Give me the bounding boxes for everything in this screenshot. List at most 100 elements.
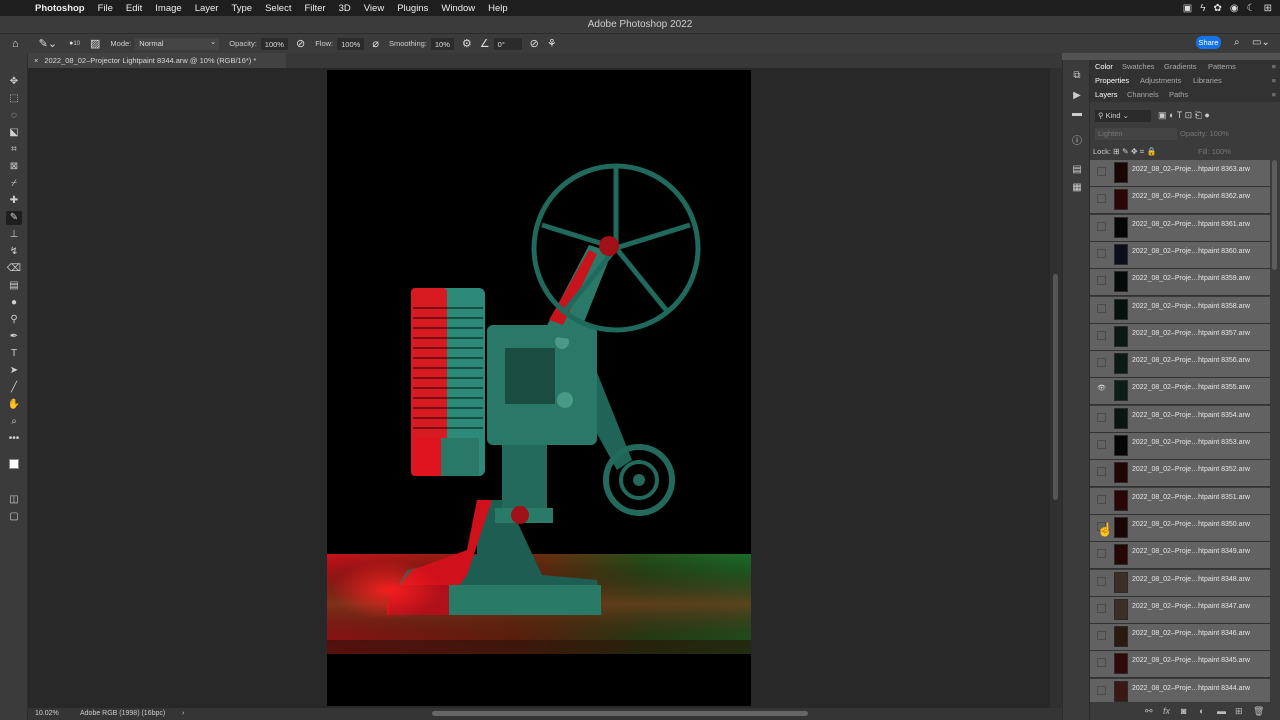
layer-row[interactable]: 2022_08_02–Proje…htpaint 8344.arw — [1090, 678, 1270, 702]
link-layers-icon[interactable]: ⚯ — [1145, 706, 1153, 717]
visibility-toggle[interactable] — [1097, 358, 1106, 368]
layer-name[interactable]: 2022_08_02–Proje…htpaint 8350.arw — [1132, 515, 1250, 535]
crop-tool-icon[interactable]: ⌗ — [6, 143, 22, 157]
layer-thumbnail[interactable] — [1114, 435, 1128, 456]
layer-row[interactable]: 👁 2022_08_02–Proje…htpaint 8355.arw — [1090, 378, 1270, 406]
layer-row[interactable]: 2022_08_02–Proje…htpaint 8357.arw — [1090, 323, 1270, 351]
layer-thumbnail[interactable] — [1114, 489, 1128, 511]
layer-name[interactable]: 2022_08_02–Proje…htpaint 8353.arw — [1132, 433, 1250, 453]
visibility-toggle[interactable] — [1097, 603, 1106, 613]
screen-mode-icon[interactable]: ▢ — [6, 510, 22, 524]
canvas-area[interactable] — [28, 68, 1050, 708]
move-tool-icon[interactable]: ✥ — [6, 75, 22, 89]
app-status-icon[interactable]: ▣ — [1183, 3, 1192, 14]
menu-plugins[interactable]: Plugins — [397, 3, 428, 14]
close-tab-icon[interactable]: × — [34, 56, 38, 65]
layer-name[interactable]: 2022_08_02–Proje…htpaint 8363.arw — [1132, 160, 1250, 180]
layer-row[interactable]: 2022_08_02–Proje…htpaint 8360.arw — [1090, 241, 1270, 269]
visibility-toggle[interactable] — [1097, 440, 1106, 449]
home-icon[interactable]: ⌂ — [12, 38, 19, 50]
moon-icon[interactable]: ☾ — [1247, 3, 1256, 14]
circle-icon[interactable]: ◉ — [1230, 3, 1239, 14]
angle-input[interactable]: 0° — [493, 37, 522, 50]
pen-tool-icon[interactable]: ✒ — [6, 330, 22, 344]
blur-tool-icon[interactable]: ● — [6, 296, 22, 310]
tab-color[interactable]: Color — [1095, 60, 1113, 74]
document-image[interactable] — [327, 70, 751, 706]
layer-name[interactable]: 2022_08_02–Proje…htpaint 8356.arw — [1132, 351, 1250, 371]
layer-name[interactable]: 2022_08_02–Proje…htpaint 8349.arw — [1132, 542, 1250, 562]
layer-row[interactable]: 2022_08_02–Proje…htpaint 8361.arw — [1090, 214, 1270, 242]
panel-menu-icon[interactable]: ≡ — [1272, 60, 1276, 74]
opacity-pressure-icon[interactable]: ⊘ — [296, 37, 305, 50]
layer-thumbnail[interactable] — [1114, 544, 1128, 566]
menu-window[interactable]: Window — [441, 3, 475, 14]
visibility-toggle[interactable] — [1097, 303, 1106, 313]
visibility-toggle[interactable] — [1097, 330, 1106, 340]
visibility-toggle[interactable] — [1097, 167, 1106, 176]
brush-preset-icon[interactable]: ✎⌄ — [39, 37, 57, 50]
visibility-toggle[interactable] — [1097, 221, 1106, 231]
gradient-tool-icon[interactable]: ▤ — [6, 279, 22, 293]
visibility-toggle[interactable] — [1097, 467, 1106, 477]
layer-opacity-value[interactable]: 100% — [1210, 129, 1229, 138]
tab-gradients[interactable]: Gradients — [1164, 60, 1197, 74]
layer-thumbnail[interactable] — [1114, 571, 1128, 593]
menu-image[interactable]: Image — [155, 3, 181, 14]
marquee-tool-icon[interactable]: ⬚ — [6, 92, 22, 106]
layer-name[interactable]: 2022_08_02–Proje…htpaint 8346.arw — [1132, 624, 1250, 644]
layer-thumbnail[interactable] — [1114, 680, 1128, 702]
workspace-icon[interactable]: ▭⌄ — [1252, 37, 1270, 48]
properties-panel-icon[interactable]: ▤ — [1070, 163, 1084, 177]
layer-name[interactable]: 2022_08_02–Proje…htpaint 8360.arw — [1132, 242, 1250, 262]
layer-name[interactable]: 2022_08_02–Proje…htpaint 8352.arw — [1132, 460, 1250, 480]
actions-panel-icon[interactable]: ▶ — [1070, 89, 1084, 103]
panel-menu-icon[interactable]: ≡ — [1272, 88, 1276, 102]
layer-row[interactable]: 2022_08_02–Proje…htpaint 8346.arw — [1090, 624, 1270, 652]
delete-layer-icon[interactable]: 🗑 — [1253, 706, 1264, 717]
layer-opacity[interactable]: Opacity: 100% — [1180, 128, 1229, 140]
tab-libraries[interactable]: Libraries — [1193, 74, 1222, 88]
layer-row[interactable]: 2022_08_02–Proje…htpaint 8353.arw — [1090, 433, 1270, 460]
layer-style-icon[interactable]: fx — [1163, 706, 1170, 716]
layer-thumbnail[interactable] — [1114, 598, 1128, 620]
layers-scroll-thumb[interactable] — [1272, 160, 1277, 270]
zoom-tool-icon[interactable]: ⌕ — [6, 415, 22, 429]
layer-thumbnail[interactable] — [1114, 189, 1128, 211]
search-icon[interactable]: ⌕ — [1234, 37, 1240, 48]
layer-thumbnail[interactable] — [1114, 298, 1128, 320]
layer-name[interactable]: 2022_08_02–Proje…htpaint 8355.arw — [1132, 378, 1250, 398]
new-layer-icon[interactable]: ⊞ — [1235, 706, 1243, 717]
notes-panel-icon[interactable]: ▦ — [1070, 181, 1084, 195]
visibility-toggle[interactable] — [1097, 248, 1106, 258]
airbrush-icon[interactable]: ⌀ — [372, 37, 379, 50]
layer-row[interactable]: 2022_08_02–Proje…htpaint 8356.arw — [1090, 351, 1270, 379]
visibility-toggle[interactable] — [1097, 685, 1106, 695]
layer-row[interactable]: 2022_08_02–Proje…htpaint 8358.arw — [1090, 296, 1270, 324]
visibility-toggle[interactable] — [1097, 494, 1106, 504]
layer-name[interactable]: 2022_08_02–Proje…htpaint 8362.arw — [1132, 187, 1250, 207]
layers-scrollbar[interactable] — [1270, 160, 1280, 702]
healing-tool-icon[interactable]: ✚ — [6, 194, 22, 208]
layer-thumbnail[interactable] — [1114, 516, 1128, 538]
layer-row[interactable]: 2022_08_02–Proje…htpaint 8345.arw — [1090, 651, 1270, 679]
grid-icon[interactable]: ⊞ — [1264, 3, 1272, 14]
menu-app[interactable]: Photoshop — [35, 3, 85, 14]
menu-layer[interactable]: Layer — [195, 3, 219, 14]
eye-icon[interactable]: 👁 — [1097, 385, 1106, 394]
panel-menu-icon[interactable]: ≡ — [1272, 74, 1276, 88]
layer-row[interactable]: 2022_08_02–Proje…htpaint 8347.arw — [1090, 596, 1270, 624]
layer-thumbnail[interactable] — [1114, 380, 1128, 402]
adjustment-layer-icon[interactable]: ◐ — [1199, 706, 1204, 716]
menu-3d[interactable]: 3D — [339, 3, 351, 14]
quick-mask-icon[interactable]: ◫ — [6, 493, 22, 507]
menu-help[interactable]: Help — [488, 3, 508, 14]
lasso-tool-icon[interactable]: ◌ — [6, 109, 22, 123]
lock-icons[interactable]: ⊞ ✎ ✥ ⌗ 🔒 — [1113, 147, 1156, 156]
eyedropper-tool-icon[interactable]: ⌿ — [6, 177, 22, 191]
layer-row[interactable]: 2022_08_02–Proje…htpaint 8359.arw — [1090, 269, 1270, 297]
visibility-toggle[interactable] — [1097, 631, 1106, 641]
layer-name[interactable]: 2022_08_02–Proje…htpaint 8357.arw — [1132, 324, 1250, 344]
tab-adjustments[interactable]: Adjustments — [1140, 74, 1181, 88]
tab-channels[interactable]: Channels — [1127, 88, 1159, 102]
